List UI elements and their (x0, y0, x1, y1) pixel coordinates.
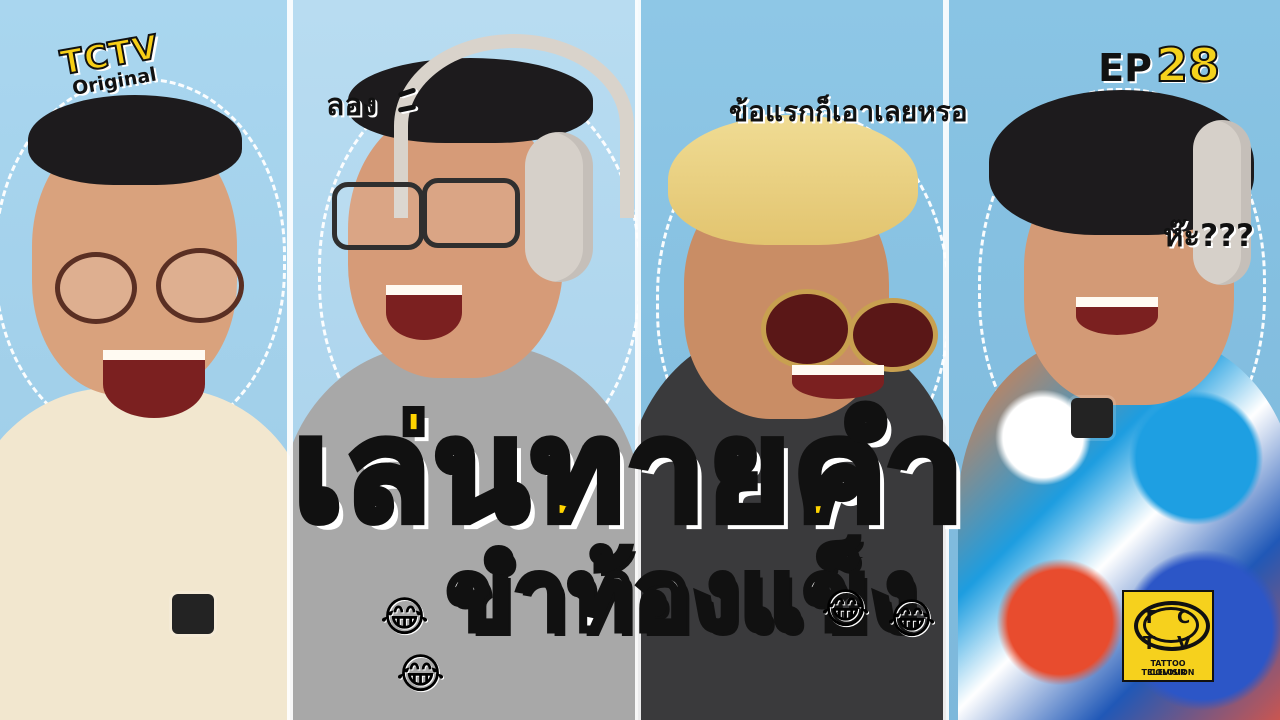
logo-letter-c: C (1177, 607, 1191, 628)
glasses-right-lens (156, 248, 244, 323)
episode-number: 28 (1155, 38, 1221, 92)
headphone-earcup (1193, 120, 1251, 285)
sunglasses-left-lens (761, 289, 853, 369)
tctv-corner-logo: T C T V TATTOO COLOUR TELEVISION (1122, 590, 1214, 682)
thumbnail: TCTV Original ลอง ข้อแรกก็เอาเลยหรอ ห๊ะ?… (0, 0, 1280, 720)
laughing-mouth (386, 285, 462, 340)
sunglasses-right-lens (848, 298, 938, 372)
headphone-earcup (525, 132, 593, 282)
person-1-panel (0, 0, 290, 720)
panel-divider (287, 0, 293, 720)
logo-letter-v: V (1177, 633, 1191, 654)
laughing-emoji-icon: 😂 (380, 592, 430, 641)
person-2-caption: ลอง (326, 88, 378, 123)
person-4-panel (946, 0, 1280, 720)
cream-shirt (0, 388, 290, 720)
logo-letter-t: T (1143, 633, 1156, 654)
glasses-left-lens (332, 182, 424, 250)
glasses-right-lens (422, 178, 520, 248)
laughing-emoji-icon: 😂 (887, 594, 937, 643)
logo-subtitle-line2: TELEVISION (1141, 668, 1195, 677)
person-4-caption: ห๊ะ??? (1163, 218, 1255, 254)
laughing-mouth (103, 350, 205, 418)
glasses-left-lens (55, 252, 137, 324)
episode-prefix: EP (1098, 46, 1152, 90)
episode-label: EP28 (1098, 41, 1221, 90)
logo-letter-t: T (1143, 607, 1156, 628)
main-title: เล่นทายคำ (290, 391, 968, 552)
clip-microphone (172, 594, 214, 634)
laughing-emoji-icon: 😂 (396, 649, 446, 698)
laughing-emoji-icon: 😂 (821, 584, 871, 633)
clip-microphone (1071, 398, 1113, 438)
blonde-hair (668, 115, 918, 245)
person-3-caption: ข้อแรกก็เอาเลยหรอ (729, 95, 968, 128)
person-1-hair (28, 95, 242, 185)
smiling-mouth (1076, 297, 1158, 335)
